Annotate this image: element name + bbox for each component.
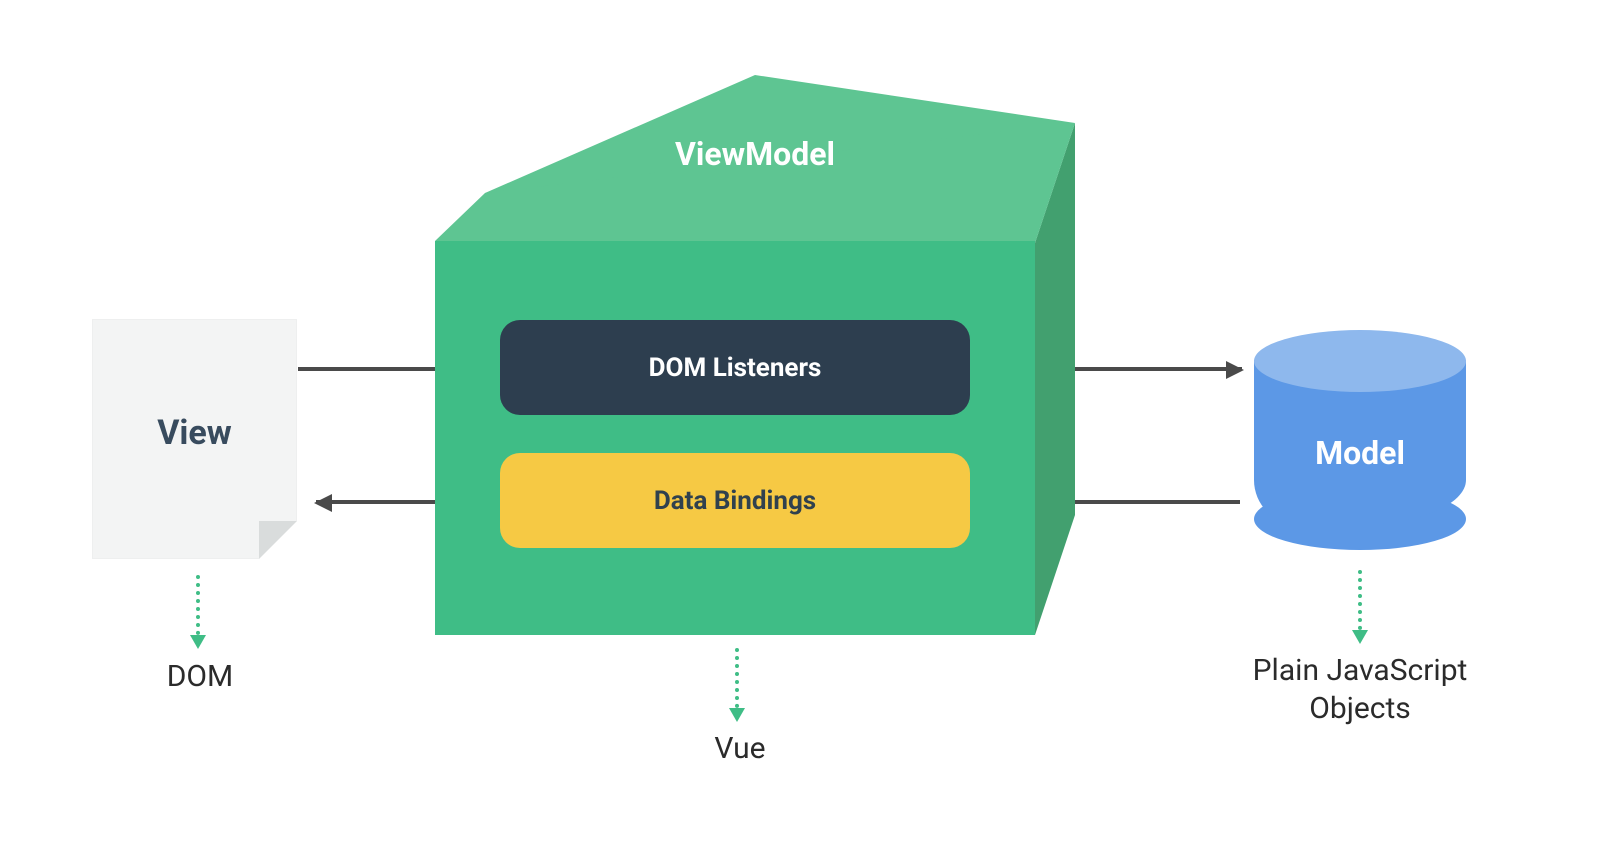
view-title: View bbox=[92, 413, 297, 453]
cylinder-top-icon bbox=[1254, 330, 1466, 392]
view-caption: DOM bbox=[130, 658, 270, 696]
page-fold-icon bbox=[259, 521, 297, 559]
model-cylinder: Model bbox=[1254, 330, 1466, 550]
arrow-head-down-icon bbox=[1352, 630, 1368, 644]
viewmodel-caption: Vue bbox=[670, 730, 810, 768]
model-title: Model bbox=[1254, 434, 1466, 472]
model-caption: Plain JavaScript Objects bbox=[1230, 652, 1490, 727]
dotted-arrow-viewmodel bbox=[735, 648, 739, 708]
diagram-canvas: View ViewModel DOM Listeners Data Bindin… bbox=[0, 0, 1600, 850]
arrow-head-down-icon bbox=[190, 635, 206, 649]
dotted-arrow-view bbox=[196, 575, 200, 635]
arrow-head-left-icon bbox=[314, 494, 332, 512]
arrow-head-right-icon bbox=[1226, 361, 1244, 379]
dotted-arrow-model bbox=[1358, 570, 1362, 630]
viewmodel-cube: ViewModel DOM Listeners Data Bindings bbox=[435, 75, 1075, 635]
viewmodel-title: ViewModel bbox=[435, 135, 1075, 173]
dom-listeners-pill: DOM Listeners bbox=[500, 320, 970, 415]
data-bindings-pill: Data Bindings bbox=[500, 453, 970, 548]
view-card: View bbox=[92, 319, 297, 559]
arrow-head-down-icon bbox=[729, 708, 745, 722]
